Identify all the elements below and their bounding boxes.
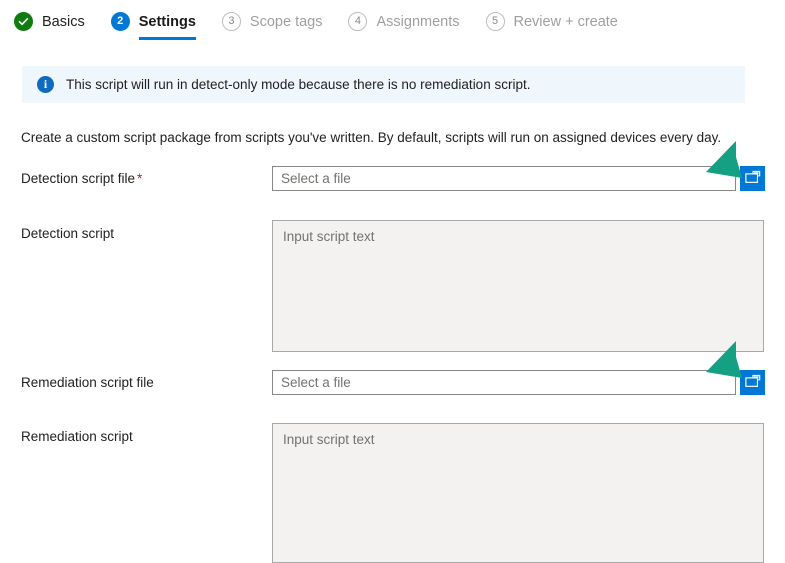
remediation-script-textarea[interactable]: [272, 423, 764, 563]
remediation-script-label: Remediation script: [21, 429, 133, 444]
wizard-step-label-settings: Settings: [138, 13, 196, 30]
wizard-step-label-basics: Basics: [42, 13, 85, 30]
detection-script-file-label: Detection script file *: [21, 171, 142, 186]
check-circle-icon: [14, 12, 33, 31]
wizard-step-label-scope-tags: Scope tags: [249, 13, 323, 30]
detection-script-textarea[interactable]: [272, 220, 764, 352]
remediation-script-file-browse-button[interactable]: [740, 370, 765, 395]
folder-open-icon: [744, 374, 761, 391]
wizard-step-settings[interactable]: 2 Settings: [110, 12, 197, 40]
wizard-step-label-review-create: Review + create: [513, 13, 618, 30]
wizard-step-review-create[interactable]: 5 Review + create: [485, 12, 618, 40]
step-number-badge: 4: [348, 12, 368, 31]
step-number-badge: 2: [110, 12, 130, 31]
info-banner: i This script will run in detect-only mo…: [22, 66, 745, 103]
detection-script-file-label-text: Detection script file: [21, 171, 136, 186]
wizard-step-label-assignments: Assignments: [376, 13, 460, 30]
wizard-step-assignments[interactable]: 4 Assignments: [348, 12, 460, 40]
required-asterisk: *: [137, 171, 143, 186]
wizard-step-header: Basics 2 Settings 3 Scope tags 4 Assignm…: [0, 0, 785, 40]
info-banner-text: This script will run in detect-only mode…: [66, 77, 531, 92]
step-number-badge: 5: [485, 12, 505, 31]
form-description: Create a custom script package from scri…: [21, 130, 722, 145]
folder-open-icon: [744, 170, 761, 187]
wizard-step-basics[interactable]: Basics: [14, 12, 85, 40]
detection-script-file-input[interactable]: [272, 166, 736, 191]
remediation-script-file-input[interactable]: [272, 370, 736, 395]
detection-script-file-browse-button[interactable]: [740, 166, 765, 191]
remediation-script-file-label: Remediation script file: [21, 375, 154, 390]
info-icon: i: [37, 76, 54, 93]
wizard-step-scope-tags[interactable]: 3 Scope tags: [221, 12, 323, 40]
detection-script-label: Detection script: [21, 226, 115, 241]
step-number-badge: 3: [221, 12, 241, 31]
